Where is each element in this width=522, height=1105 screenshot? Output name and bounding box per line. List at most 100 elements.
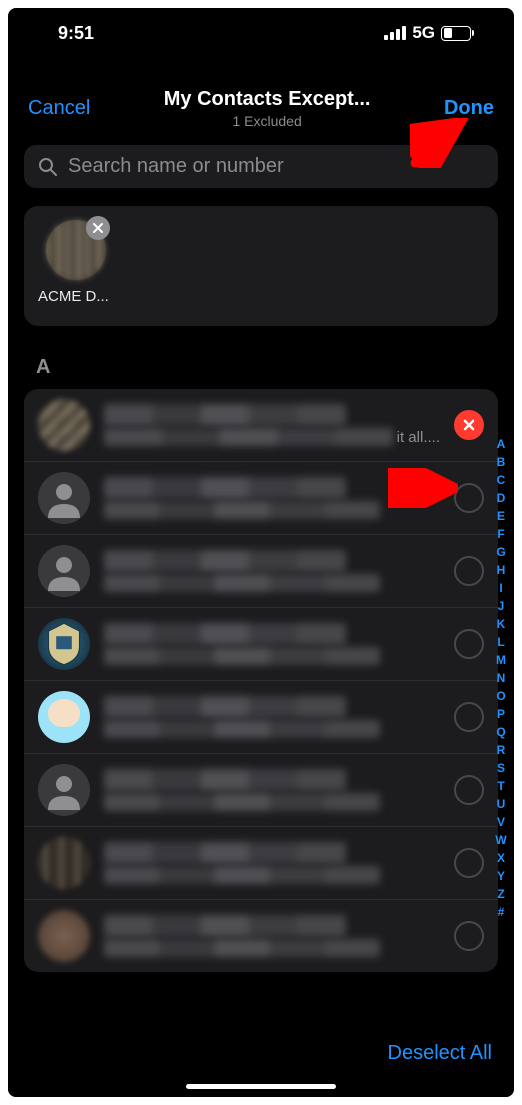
contact-subtitle xyxy=(104,501,380,519)
contact-subtitle xyxy=(104,574,380,592)
contact-row[interactable]: it all.... xyxy=(24,389,498,461)
contact-row[interactable] xyxy=(24,899,498,972)
avatar xyxy=(38,837,90,889)
index-letter[interactable]: F xyxy=(494,526,508,543)
status-right: 5G 32 xyxy=(384,23,474,43)
checkbox[interactable] xyxy=(454,483,484,513)
row-text xyxy=(104,769,440,811)
contact-name-redacted xyxy=(104,842,346,864)
contact-row[interactable] xyxy=(24,753,498,826)
page-title: My Contacts Except... xyxy=(164,88,371,111)
index-letter[interactable]: W xyxy=(494,832,508,849)
index-letter[interactable]: K xyxy=(494,616,508,633)
row-text: it all.... xyxy=(104,404,440,446)
contact-subtitle xyxy=(104,939,380,957)
index-letter[interactable]: Q xyxy=(494,724,508,741)
contact-name-redacted xyxy=(104,696,346,718)
index-letter[interactable]: J xyxy=(494,598,508,615)
home-indicator[interactable] xyxy=(186,1084,336,1089)
index-letter[interactable]: B xyxy=(494,454,508,471)
index-letter[interactable]: C xyxy=(494,472,508,489)
search-input[interactable]: Search name or number xyxy=(24,145,498,188)
avatar xyxy=(38,399,90,451)
contact-name-redacted xyxy=(104,404,346,426)
status-bar: 9:51 5G 32 xyxy=(8,8,514,58)
index-letter[interactable]: T xyxy=(494,778,508,795)
index-letter[interactable]: I xyxy=(494,580,508,597)
contact-row[interactable] xyxy=(24,826,498,899)
checkbox[interactable] xyxy=(454,629,484,659)
selected-contacts-panel: ACME D... xyxy=(24,206,498,326)
index-letter[interactable]: A xyxy=(494,436,508,453)
status-time: 9:51 xyxy=(58,23,94,44)
avatar xyxy=(38,910,90,962)
checkbox-selected[interactable] xyxy=(454,410,484,440)
search-icon xyxy=(38,157,58,177)
checkbox[interactable] xyxy=(454,775,484,805)
index-letter[interactable]: E xyxy=(494,508,508,525)
index-letter[interactable]: G xyxy=(494,544,508,561)
contact-name-redacted xyxy=(104,550,346,572)
index-letter[interactable]: L xyxy=(494,634,508,651)
avatar xyxy=(38,545,90,597)
cancel-button[interactable]: Cancel xyxy=(28,97,90,120)
chip-avatar xyxy=(46,220,106,280)
row-text xyxy=(104,915,440,957)
contact-subtitle xyxy=(104,866,380,884)
contacts-list[interactable]: it all.... xyxy=(24,389,498,972)
avatar xyxy=(38,764,90,816)
index-letter[interactable]: D xyxy=(494,490,508,507)
row-text xyxy=(104,550,440,592)
page-subtitle: 1 Excluded xyxy=(164,113,371,129)
avatar xyxy=(38,618,90,670)
contact-row[interactable] xyxy=(24,680,498,753)
nav-title-wrap: My Contacts Except... 1 Excluded xyxy=(164,88,371,129)
index-letter[interactable]: Y xyxy=(494,868,508,885)
nav-header: Cancel My Contacts Except... 1 Excluded … xyxy=(8,58,514,135)
deselect-all-button[interactable]: Deselect All xyxy=(388,1042,493,1065)
row-text xyxy=(104,696,440,738)
chip-label: ACME D... xyxy=(36,288,116,305)
index-letter[interactable]: S xyxy=(494,760,508,777)
row-text xyxy=(104,623,440,665)
search-placeholder: Search name or number xyxy=(68,155,284,178)
selected-chip[interactable]: ACME D... xyxy=(36,220,116,305)
checkbox[interactable] xyxy=(454,556,484,586)
checkbox[interactable] xyxy=(454,921,484,951)
contact-name-redacted xyxy=(104,623,346,645)
index-letter[interactable]: H xyxy=(494,562,508,579)
index-letter[interactable]: V xyxy=(494,814,508,831)
row-text xyxy=(104,477,440,519)
signal-icon xyxy=(384,26,406,40)
contact-subtitle xyxy=(104,720,380,738)
index-letter[interactable]: U xyxy=(494,796,508,813)
alphabet-index[interactable]: ABCDEFGHIJKLMNOPQRSTUVWXYZ# xyxy=(494,436,508,921)
contact-subtitle xyxy=(104,647,380,665)
contact-name-redacted xyxy=(104,769,346,791)
contact-row[interactable] xyxy=(24,534,498,607)
index-letter[interactable]: O xyxy=(494,688,508,705)
contact-name-redacted xyxy=(104,477,346,499)
index-letter[interactable]: M xyxy=(494,652,508,669)
row-text xyxy=(104,842,440,884)
index-letter[interactable]: N xyxy=(494,670,508,687)
index-letter[interactable]: R xyxy=(494,742,508,759)
avatar xyxy=(38,691,90,743)
checkbox[interactable] xyxy=(454,702,484,732)
checkbox[interactable] xyxy=(454,848,484,878)
index-letter[interactable]: # xyxy=(494,904,508,921)
contact-subtitle xyxy=(104,793,380,811)
subtitle-tail: it all.... xyxy=(397,429,440,446)
chip-remove-icon[interactable] xyxy=(86,216,110,240)
contact-subtitle: it all.... xyxy=(104,428,440,446)
index-letter[interactable]: X xyxy=(494,850,508,867)
contact-name-redacted xyxy=(104,915,346,937)
index-letter[interactable]: P xyxy=(494,706,508,723)
section-header: A xyxy=(8,326,514,389)
avatar xyxy=(38,472,90,524)
index-letter[interactable]: Z xyxy=(494,886,508,903)
contact-row[interactable] xyxy=(24,607,498,680)
contact-row[interactable] xyxy=(24,461,498,534)
done-button[interactable]: Done xyxy=(444,97,494,120)
network-label: 5G xyxy=(412,23,435,43)
